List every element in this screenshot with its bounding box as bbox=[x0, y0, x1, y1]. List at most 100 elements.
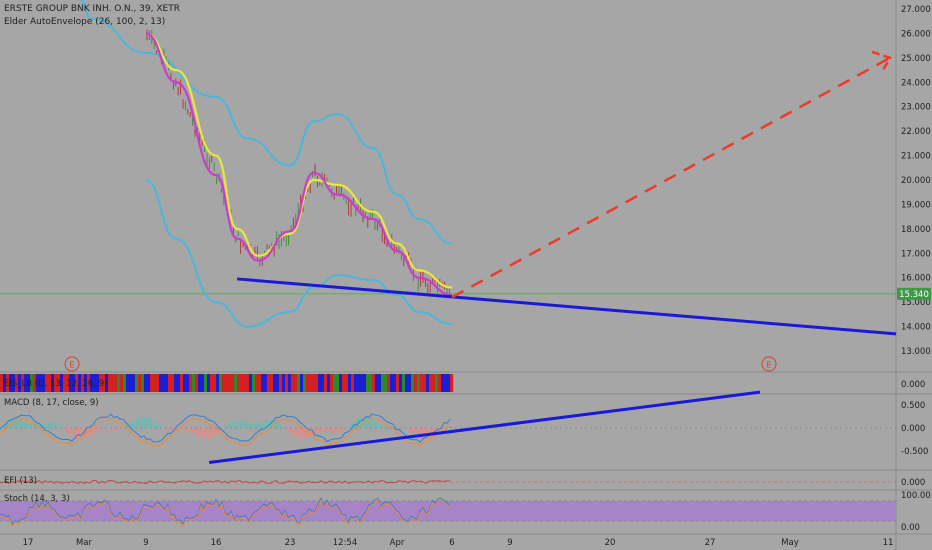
envelope-indicator-title[interactable]: Elder AutoEnvelope (26, 100, 2, 13) bbox=[4, 17, 165, 27]
macd-histogram-bar bbox=[297, 428, 300, 437]
eis-bar bbox=[177, 374, 181, 392]
eis-bar bbox=[405, 374, 409, 392]
earnings-marker[interactable]: E bbox=[761, 356, 777, 372]
eis-bar bbox=[306, 374, 310, 392]
macd-histogram-bar bbox=[117, 428, 120, 430]
eis-bar bbox=[333, 374, 337, 392]
eis-bar bbox=[261, 374, 265, 392]
price-tick-label: 14.000 bbox=[901, 323, 931, 333]
macd-histogram-bar bbox=[150, 418, 153, 428]
price-tick-label: 25.000 bbox=[901, 54, 931, 64]
macd-histogram-bar bbox=[348, 426, 351, 428]
macd-histogram-bar bbox=[225, 425, 228, 428]
macd-histogram-bar bbox=[339, 428, 342, 431]
macd-histogram-bar bbox=[327, 428, 330, 431]
macd-histogram-bar bbox=[198, 428, 201, 438]
macd-histogram-bar bbox=[15, 418, 18, 428]
eis-bar bbox=[0, 374, 4, 392]
eis-bar bbox=[270, 374, 274, 392]
macd-histogram-bar bbox=[45, 423, 48, 428]
earnings-marker[interactable]: E bbox=[64, 356, 80, 372]
eis-indicator-label[interactable]: EIS_LB (D, 13, 12, 26, 9) bbox=[4, 379, 107, 389]
eis-bar bbox=[267, 374, 271, 392]
eis-bar bbox=[309, 374, 313, 392]
eis-bar bbox=[303, 374, 307, 392]
eis-bar bbox=[207, 374, 211, 392]
macd-histogram-bar bbox=[18, 420, 21, 428]
chart-canvas[interactable]: 27.000 26.000 25.000 24.000 23.000 22.000 21.0… bbox=[0, 0, 932, 550]
price-tick-label: 26.000 bbox=[901, 29, 931, 39]
eis-bar bbox=[186, 374, 190, 392]
eis-bar bbox=[189, 374, 193, 392]
price-tick-label: 23.000 bbox=[901, 103, 931, 113]
eis-bar bbox=[117, 374, 121, 392]
macd-histogram-bar bbox=[186, 428, 189, 432]
macd-histogram-bar bbox=[78, 428, 81, 438]
support-trend-line[interactable] bbox=[237, 277, 897, 336]
eis-bar bbox=[234, 374, 238, 392]
eis-bar bbox=[393, 374, 397, 392]
macd-histogram-bar bbox=[402, 427, 405, 428]
eis-bar bbox=[324, 374, 328, 392]
macd-histogram-bar bbox=[300, 428, 303, 439]
macd-histogram-bar bbox=[108, 428, 111, 429]
price-tick-label: 20.000 bbox=[901, 176, 931, 186]
macd-histogram-bar bbox=[51, 423, 54, 428]
eis-bar bbox=[432, 374, 436, 392]
price-axis[interactable]: 27.000 26.000 25.000 24.000 23.000 22.000 21.0… bbox=[901, 5, 931, 357]
macd-histogram-bar bbox=[414, 428, 417, 433]
macd-histogram-bar bbox=[192, 428, 195, 433]
eis-bar bbox=[345, 374, 349, 392]
eis-bar bbox=[252, 374, 256, 392]
macd-divergence-line[interactable] bbox=[208, 390, 761, 464]
macd-histogram-bar bbox=[387, 427, 390, 428]
time-tick-label: 17 bbox=[23, 538, 34, 548]
macd-histogram-bar bbox=[54, 422, 57, 428]
eis-bar bbox=[180, 374, 184, 392]
eis-bar bbox=[426, 374, 430, 392]
time-tick-label: 6 bbox=[449, 538, 454, 548]
macd-histogram-bar bbox=[318, 428, 321, 433]
eis-bar bbox=[195, 374, 199, 392]
eis-bar bbox=[315, 374, 319, 392]
macd-histogram-bar bbox=[375, 422, 378, 428]
eis-bar bbox=[210, 374, 214, 392]
eis-bar bbox=[402, 374, 406, 392]
elder-autoenvelope-upper-line bbox=[78, 0, 453, 245]
svg-text:E: E bbox=[69, 361, 74, 370]
projection-arrow-line[interactable] bbox=[451, 56, 891, 299]
stoch-indicator-label[interactable]: Stoch (14, 3, 3) bbox=[4, 494, 70, 504]
macd-histogram-bar bbox=[309, 428, 312, 437]
eis-bar bbox=[363, 374, 367, 392]
eis-bar bbox=[417, 374, 421, 392]
eis-bar bbox=[444, 374, 448, 392]
time-axis[interactable]: 17 Mar 9 16 23 12:54 Apr 6 9 20 27 May 11 bbox=[23, 538, 894, 548]
stoch-tick: 0.00 bbox=[901, 523, 920, 533]
macd-histogram-bar bbox=[246, 422, 249, 428]
macd-histogram-bar bbox=[210, 428, 213, 439]
macd-histogram-bar bbox=[69, 428, 72, 435]
macd-indicator-label[interactable]: MACD (8, 17, close, 9) bbox=[4, 398, 99, 408]
eis-bar bbox=[282, 374, 286, 392]
time-tick-label: Apr bbox=[390, 538, 405, 548]
eis-bar bbox=[258, 374, 262, 392]
macd-histogram-bar bbox=[366, 416, 369, 428]
eis-bar bbox=[138, 374, 142, 392]
eis-bar bbox=[132, 374, 136, 392]
efi-indicator-label[interactable]: EFI (13) bbox=[4, 476, 37, 486]
price-tick-label: 18.000 bbox=[901, 225, 931, 235]
eis-bar bbox=[198, 374, 202, 392]
eis-bar bbox=[381, 374, 385, 392]
macd-histogram-bar bbox=[207, 428, 210, 439]
macd-tick: 0.000 bbox=[901, 424, 925, 434]
eis-bar bbox=[300, 374, 304, 392]
eis-bar bbox=[225, 374, 229, 392]
macd-histogram-bar bbox=[261, 422, 264, 428]
macd-histogram-bar bbox=[294, 428, 297, 437]
time-tick-label: Mar bbox=[76, 538, 93, 548]
macd-histogram-bar bbox=[159, 425, 162, 428]
symbol-title[interactable]: ERSTE GROUP BNK INH. O.N., 39, XETR bbox=[4, 4, 180, 14]
eis-bar bbox=[237, 374, 241, 392]
eis-bar bbox=[255, 374, 259, 392]
price-tick-label: 17.000 bbox=[901, 249, 931, 259]
